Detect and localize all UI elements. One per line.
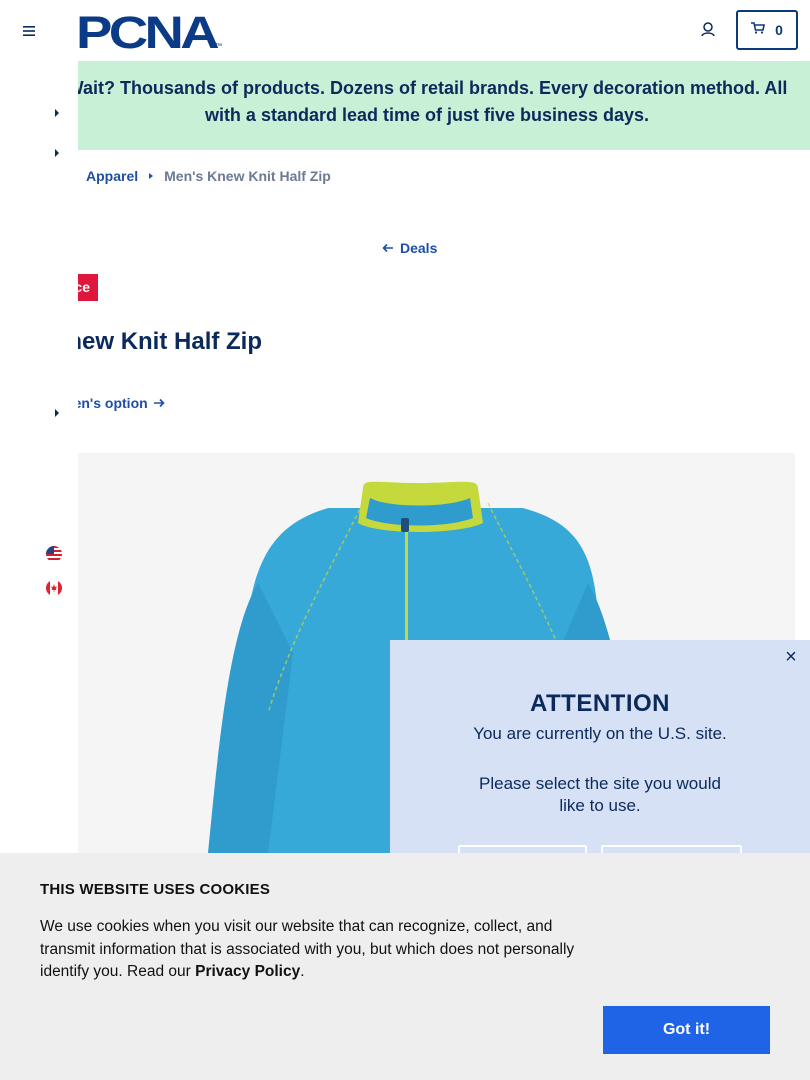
close-icon[interactable]: ×	[782, 647, 800, 667]
breadcrumb-apparel[interactable]: Apparel	[86, 168, 138, 184]
caret-right-icon	[148, 168, 154, 184]
promo-banner: Wait? Thousands of products. Dozens of r…	[0, 61, 810, 150]
cart-count: 0	[775, 22, 783, 38]
menu-icon[interactable]	[18, 20, 40, 42]
got-it-button[interactable]: Got it!	[603, 1006, 770, 1054]
breadcrumb-current: Men's Knew Knit Half Zip	[164, 168, 331, 184]
promo-text: Wait? Thousands of products. Dozens of r…	[52, 75, 802, 129]
back-to-deals-link[interactable]: Deals	[382, 240, 437, 256]
promo-line-1: Wait? Thousands of products. Dozens of r…	[66, 78, 788, 98]
breadcrumb: Apparel Men's Knew Knit Half Zip	[86, 168, 331, 184]
back-link-label: Deals	[400, 240, 438, 256]
modal-message: You are currently on the U.S. site.	[473, 724, 727, 743]
arrow-right-icon	[153, 395, 165, 411]
cookie-title: THIS WEBSITE USES COOKIES	[40, 881, 271, 898]
modal-title: ATTENTION	[529, 690, 671, 717]
cookie-text: We use cookies when you visit our websit…	[40, 916, 610, 984]
privacy-policy-link[interactable]: Privacy Policy	[195, 963, 300, 980]
account-icon[interactable]	[698, 20, 718, 40]
svg-text:™: ™	[215, 43, 222, 50]
caret-right-icon[interactable]	[52, 146, 62, 158]
promo-line-2: with a standard lead time of just five b…	[204, 105, 650, 125]
cookie-banner: THIS WEBSITE USES COOKIES We use cookies…	[0, 853, 810, 1080]
us-flag-icon[interactable]	[46, 546, 62, 562]
cookie-period: .	[300, 963, 305, 980]
caret-right-icon[interactable]	[52, 106, 62, 118]
pcna-logo[interactable]: PCNA ™	[76, 7, 223, 58]
cookie-body: We use cookies when you visit our websit…	[40, 918, 575, 980]
cart-icon	[751, 21, 766, 39]
cart-button[interactable]: 0	[736, 10, 798, 50]
site-header: PCNA ™ 0	[0, 0, 810, 61]
caret-right-icon[interactable]	[52, 406, 62, 418]
modal-prompt: Please select the site you would like to…	[479, 774, 721, 815]
logo-text: PCNA	[76, 11, 219, 50]
arrow-left-icon	[382, 240, 394, 256]
canada-flag-icon[interactable]	[46, 580, 62, 596]
